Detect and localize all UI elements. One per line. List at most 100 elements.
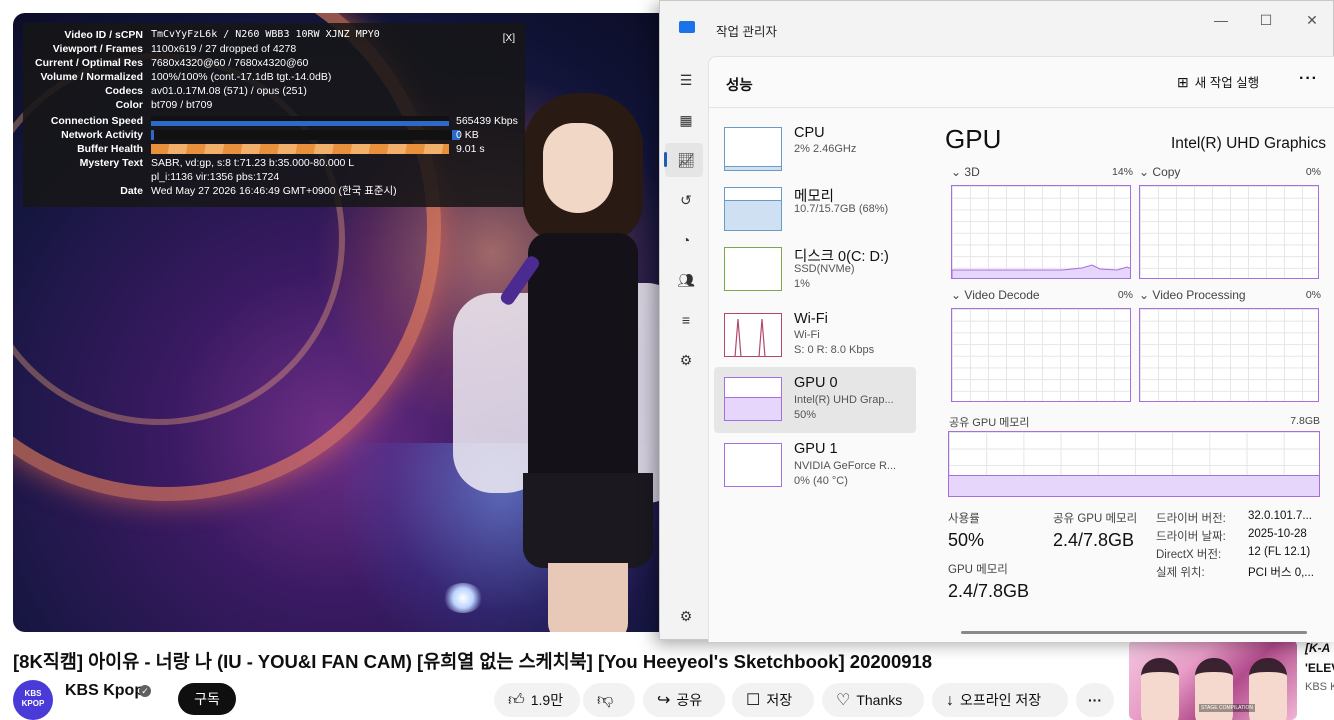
download-icon: ↓ xyxy=(946,692,954,709)
device-item-cpu[interactable]: CPU 2% 2.46GHz xyxy=(714,123,916,187)
stats-for-nerds-panel: [X] Video ID / sCPN TmCvYyFzL6k / N260 W… xyxy=(23,23,525,207)
thanks-button[interactable]: ♡ Thanks xyxy=(822,683,924,717)
engine-3d-usage-area xyxy=(952,264,1130,278)
download-button[interactable]: ↓ 오프라인 저장 xyxy=(932,683,1068,717)
engine-graph-video-processing xyxy=(1139,308,1319,402)
shared-memory-label: 공유 GPU 메모리 xyxy=(1053,513,1138,525)
performance-panel: 성능 ⊞ 새 작업 실행 ··· CPU 2% 2.46GHz 메모리 10.7/… xyxy=(708,56,1334,642)
chevron-down-icon: ⌄ xyxy=(1139,165,1150,179)
stats-close-button[interactable]: [X] xyxy=(503,33,515,44)
shared-memory-max: 7.8GB xyxy=(1290,415,1320,427)
channel-name[interactable]: KBS Kpop xyxy=(65,682,144,700)
nav-selection-indicator xyxy=(664,152,667,167)
engine-graph-video-decode xyxy=(951,308,1131,402)
engine-selector-video-processing[interactable]: ⌄ Video Processing xyxy=(1139,288,1246,302)
chevron-down-icon: ⌄ xyxy=(951,165,962,179)
like-button[interactable]: 👍︎ 1.9만 xyxy=(494,683,580,717)
device-item-gpu0[interactable]: GPU 0 Intel(R) UHD Grap... 50% xyxy=(714,367,916,433)
gpu0-mini-graph xyxy=(724,377,782,421)
gpu-memory-label: GPU 메모리 xyxy=(948,564,1008,576)
channel-avatar[interactable]: KBS KPOP xyxy=(13,680,53,720)
details-icon[interactable]: ≡ xyxy=(673,307,699,333)
window-title: 작업 관리자 xyxy=(716,25,777,39)
utilization-value: 50% xyxy=(948,530,985,550)
task-manager-app-icon xyxy=(679,21,695,33)
checkmark-icon: ✓ xyxy=(139,685,151,697)
engine-pct: 0% xyxy=(1117,289,1133,301)
cpu-mini-graph xyxy=(724,127,782,171)
engine-pct: 14% xyxy=(1111,166,1133,178)
shared-memory-graph-label: 공유 GPU 메모리 xyxy=(949,417,1030,429)
buffer-health-graph xyxy=(151,144,449,154)
recommended-video-channel: KBS K xyxy=(1305,681,1334,693)
network-activity-graph xyxy=(151,130,460,140)
bookmark-icon: ☐ xyxy=(746,692,761,709)
engine-selector-video-decode[interactable]: ⌄ Video Decode xyxy=(951,288,1040,302)
engine-pct: 0% xyxy=(1305,289,1321,301)
chevron-down-icon: ⌄ xyxy=(951,288,962,302)
divider xyxy=(709,107,1334,108)
settings-icon[interactable]: ⚙ xyxy=(673,603,699,629)
gpu-model-name: Intel(R) UHD Graphics xyxy=(1170,135,1326,152)
chevron-down-icon: ⌄ xyxy=(1139,288,1150,302)
shared-memory-value: 2.4/7.8GB xyxy=(1053,530,1135,550)
super-thanks-icon: ♡ xyxy=(836,692,851,709)
gpu1-mini-graph xyxy=(724,443,782,487)
horizontal-scrollbar[interactable] xyxy=(961,631,1307,634)
property-key: DirectX 버전: xyxy=(1156,549,1222,561)
wifi-throughput-line xyxy=(734,318,766,356)
recommended-video-thumbnail[interactable]: STAGE COMPILATION xyxy=(1129,640,1297,720)
page-title: 성능 xyxy=(726,78,753,94)
property-value: PCI 버스 0,... xyxy=(1248,567,1314,579)
share-icon: ↪ xyxy=(657,692,671,709)
gpu-heading: GPU xyxy=(945,124,1002,154)
dislike-button[interactable]: 👎︎ xyxy=(583,683,635,717)
memory-mini-graph xyxy=(724,187,782,231)
engine-graph-3d xyxy=(951,185,1131,279)
task-manager-window: 작업 관리자 — ☐ ✕ ☰ ▦ 📈︎ ↺ ◔ 👥︎ ≡ ⚙ ⚙ 성능 ⊞ 새 작… xyxy=(659,0,1334,642)
device-item-wifi[interactable]: Wi-Fi Wi-Fi S: 0 R: 8.0 Kbps xyxy=(714,309,916,373)
engine-graph-copy xyxy=(1139,185,1319,279)
startup-apps-icon[interactable]: ◔ xyxy=(673,227,699,253)
recommended-video-title[interactable]: [K-A 'ELEV xyxy=(1305,638,1334,678)
engine-selector-3d[interactable]: ⌄ 3D xyxy=(951,165,980,179)
property-key: 드라이버 날짜: xyxy=(1156,531,1226,543)
share-button[interactable]: ↪ 공유 xyxy=(643,683,725,717)
save-button[interactable]: ☐ 저장 xyxy=(732,683,814,717)
run-new-task-button[interactable]: ⊞ 새 작업 실행 xyxy=(1177,72,1259,91)
users-icon[interactable]: 👥︎ xyxy=(673,267,699,293)
engine-selector-copy[interactable]: ⌄ Copy xyxy=(1139,165,1180,179)
thumbnail-badge: STAGE COMPILATION xyxy=(1199,704,1256,712)
property-value: 2025-10-28 xyxy=(1248,528,1307,540)
maximize-button[interactable]: ☐ xyxy=(1255,10,1277,30)
processes-icon[interactable]: ▦ xyxy=(673,107,699,133)
engine-pct: 0% xyxy=(1305,166,1321,178)
close-button[interactable]: ✕ xyxy=(1301,10,1323,30)
gpu-memory-value: 2.4/7.8GB xyxy=(948,581,1030,601)
utilization-label: 사용률 xyxy=(948,513,980,525)
services-icon[interactable]: ⚙ xyxy=(673,347,699,373)
video-title: [8K직캠] 아이유 - 너랑 나 (IU - YOU&I FAN CAM) [… xyxy=(13,651,933,672)
new-task-icon: ⊞ xyxy=(1177,74,1189,90)
app-history-icon[interactable]: ↺ xyxy=(673,187,699,213)
property-value: 32.0.101.7... xyxy=(1248,510,1312,522)
connection-speed-graph xyxy=(151,116,449,126)
device-item-gpu1[interactable]: GPU 1 NVIDIA GeForce R... 0% (40 °C) xyxy=(714,437,916,501)
hamburger-icon[interactable]: ☰ xyxy=(673,67,699,93)
property-value: 12 (FL 12.1) xyxy=(1248,546,1311,558)
device-item-memory[interactable]: 메모리 10.7/15.7GB (68%) xyxy=(714,183,916,247)
property-key: 드라이버 버전: xyxy=(1156,513,1226,525)
performance-icon[interactable]: 📈︎ xyxy=(673,147,699,173)
thumbs-up-icon: 👍︎ xyxy=(508,692,525,709)
device-item-disk[interactable]: 디스크 0(C: D:) SSD(NVMe) 1% xyxy=(714,243,916,307)
thumbs-down-icon: 👎︎ xyxy=(597,692,614,709)
shared-memory-usage-fill xyxy=(949,475,1319,496)
disk-mini-graph xyxy=(724,247,782,291)
wifi-mini-graph xyxy=(724,313,782,357)
subscribe-button[interactable]: 구독 xyxy=(178,683,236,715)
more-actions-button[interactable]: ··· xyxy=(1076,683,1114,717)
property-key: 실제 위치: xyxy=(1156,567,1205,579)
more-options-button[interactable]: ··· xyxy=(1299,70,1318,88)
minimize-button[interactable]: — xyxy=(1210,10,1232,30)
shared-memory-graph xyxy=(948,431,1320,497)
